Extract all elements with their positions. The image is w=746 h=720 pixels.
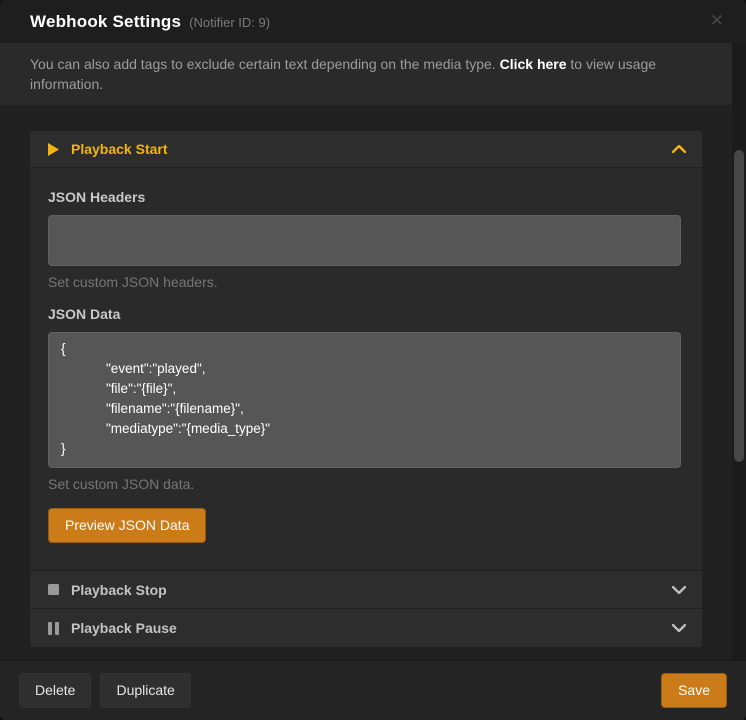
section-label: Playback Start bbox=[71, 141, 168, 157]
notifier-id-label: (Notifier ID: 9) bbox=[189, 15, 270, 30]
usage-info-before: You can also add tags to exclude certain… bbox=[30, 56, 500, 72]
chevron-down-icon bbox=[672, 586, 686, 594]
modal-footer: Delete Duplicate Save bbox=[0, 660, 746, 720]
modal-title: Webhook Settings bbox=[30, 12, 181, 32]
save-button[interactable]: Save bbox=[661, 673, 727, 708]
webhook-settings-modal: Webhook Settings (Notifier ID: 9) ✕ You … bbox=[0, 0, 746, 720]
duplicate-button[interactable]: Duplicate bbox=[100, 673, 190, 708]
usage-info-text: You can also add tags to exclude certain… bbox=[0, 43, 732, 105]
section-playback-stop[interactable]: Playback Stop bbox=[30, 571, 702, 609]
json-data-input[interactable]: { "event":"played", "file":"{file}", "fi… bbox=[48, 332, 681, 468]
section-playback-pause[interactable]: Playback Pause bbox=[30, 609, 702, 647]
playback-start-panel: JSON Headers Set custom JSON headers. JS… bbox=[30, 168, 702, 571]
pause-icon bbox=[48, 622, 62, 635]
json-headers-label: JSON Headers bbox=[48, 189, 681, 205]
json-headers-help: Set custom JSON headers. bbox=[48, 274, 681, 290]
preview-json-data-button[interactable]: Preview JSON Data bbox=[48, 508, 206, 543]
json-data-label: JSON Data bbox=[48, 306, 681, 322]
click-here-link[interactable]: Click here bbox=[500, 56, 567, 72]
scrollbar-track[interactable] bbox=[732, 43, 746, 660]
play-icon bbox=[48, 143, 62, 156]
chevron-up-icon bbox=[672, 145, 686, 153]
trigger-accordion: Playback Start JSON Headers Set custom J… bbox=[30, 131, 702, 647]
close-icon[interactable]: ✕ bbox=[704, 9, 730, 34]
section-label: Playback Stop bbox=[71, 582, 167, 598]
modal-header: Webhook Settings (Notifier ID: 9) ✕ bbox=[0, 0, 746, 43]
section-playback-start[interactable]: Playback Start bbox=[30, 131, 702, 168]
stop-icon bbox=[48, 584, 62, 595]
section-label: Playback Pause bbox=[71, 620, 177, 636]
json-headers-input[interactable] bbox=[48, 215, 681, 266]
scrollbar-thumb[interactable] bbox=[734, 150, 744, 462]
modal-body: You can also add tags to exclude certain… bbox=[0, 43, 746, 660]
delete-button[interactable]: Delete bbox=[19, 673, 91, 708]
chevron-down-icon bbox=[672, 624, 686, 632]
json-data-help: Set custom JSON data. bbox=[48, 476, 681, 492]
